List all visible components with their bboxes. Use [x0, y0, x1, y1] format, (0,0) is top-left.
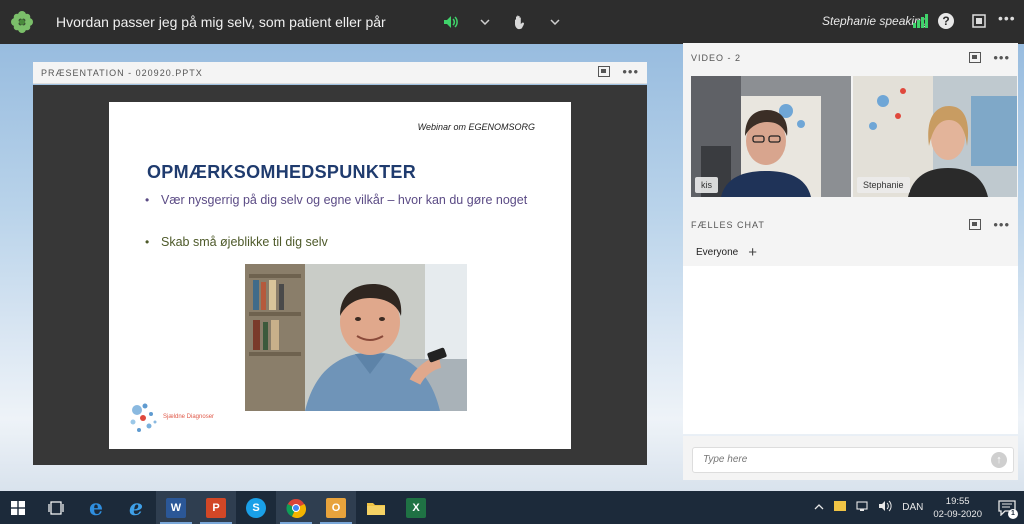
- tray-messages-icon[interactable]: [834, 501, 847, 514]
- internet-explorer-icon: e: [129, 494, 143, 521]
- task-view-icon: [48, 500, 64, 515]
- skype-icon: S: [246, 497, 266, 518]
- video-tile-stephanie[interactable]: Stephanie: [853, 76, 1017, 197]
- slide-header-note: Webinar om EGENOMSORG: [417, 122, 535, 132]
- edge-icon: e: [89, 494, 103, 521]
- windows-taskbar: e e W P S O X DAN 19:55 02-09-2020 1: [0, 491, 1024, 524]
- chat-tab-everyone[interactable]: Everyone: [696, 247, 738, 258]
- slide-bullet: • Skab små øjeblikke til dig selv: [145, 234, 535, 250]
- presentation-pod-header: PRÆSENTATION - 020920.PPTX •••: [33, 62, 647, 84]
- slide-logo-text: Sjældne Diagnoser: [163, 414, 215, 420]
- video-fullscreen-icon[interactable]: [969, 52, 982, 63]
- chat-fullscreen-icon[interactable]: [969, 219, 982, 230]
- video-tile-kis[interactable]: kis: [691, 76, 851, 197]
- chrome-icon: [286, 498, 306, 518]
- tray-network-icon[interactable]: [856, 501, 868, 514]
- raise-hand-icon[interactable]: [511, 14, 531, 30]
- participant-name-label: Stephanie: [857, 177, 910, 193]
- app-logo-icon: [0, 0, 44, 44]
- powerpoint-icon: P: [206, 497, 226, 518]
- slide-logo: Sjældne Diagnoser: [127, 398, 247, 438]
- slide-photo-man-with-phone: [245, 264, 467, 411]
- video-pod-body: kis Stephanie: [683, 73, 1018, 212]
- clock-time: 19:55: [945, 495, 970, 507]
- edge-app[interactable]: e: [76, 491, 116, 524]
- folder-icon: [367, 502, 385, 515]
- speaker-chevron-down-icon[interactable]: [475, 19, 495, 25]
- fullscreen-icon[interactable]: [972, 14, 986, 33]
- video-pod-title: VIDEO - 2: [691, 53, 742, 63]
- skype-app[interactable]: S: [236, 491, 276, 524]
- presentation-fullscreen-icon[interactable]: [598, 66, 611, 77]
- excel-app[interactable]: X: [396, 491, 436, 524]
- language-indicator[interactable]: DAN: [902, 502, 923, 513]
- chat-messages-area: [683, 266, 1018, 434]
- participant-name-label: kis: [695, 177, 718, 193]
- speaker-icon[interactable]: [441, 15, 461, 29]
- chrome-app[interactable]: [276, 491, 316, 524]
- outlook-app[interactable]: O: [316, 491, 356, 524]
- slide-heading: OPMÆRKSOMHEDSPUNKTER: [147, 162, 417, 182]
- hand-chevron-down-icon[interactable]: [545, 19, 565, 25]
- bullet-symbol: •: [145, 193, 150, 207]
- windows-icon: [11, 500, 25, 515]
- action-center-button[interactable]: 1: [996, 498, 1018, 519]
- sjaeldne-diagnoser-logo-icon: [130, 403, 157, 432]
- powerpoint-app[interactable]: P: [196, 491, 236, 524]
- chat-more-icon[interactable]: •••: [993, 218, 1010, 231]
- bullet-text: Vær nysgerrig på dig selv og egne vilkår…: [161, 193, 528, 207]
- help-icon[interactable]: ?: [938, 13, 954, 29]
- chat-tabs: Everyone +: [683, 238, 1018, 266]
- system-tray: DAN 19:55 02-09-2020 1: [814, 491, 1024, 524]
- chat-pod-title: FÆLLES CHAT: [691, 220, 765, 230]
- video-more-icon[interactable]: •••: [993, 51, 1010, 64]
- meeting-title: Hvordan passer jeg på mig selv, som pati…: [56, 14, 386, 30]
- more-options-icon[interactable]: •••: [998, 10, 1016, 26]
- presentation-pod-title: PRÆSENTATION - 020920.PPTX: [41, 67, 203, 78]
- slide-bullet: • Vær nysgerrig på dig selv og egne vilk…: [145, 192, 535, 208]
- send-message-button[interactable]: ↑: [991, 452, 1007, 468]
- internet-explorer-app[interactable]: e: [116, 491, 156, 524]
- start-button[interactable]: [0, 491, 36, 524]
- meeting-top-bar: Hvordan passer jeg på mig selv, som pati…: [0, 0, 1024, 44]
- speaking-status: Stephanie speaking: [822, 14, 928, 28]
- connection-bars-icon: [913, 14, 928, 28]
- excel-icon: X: [406, 497, 426, 518]
- word-app[interactable]: W: [156, 491, 196, 524]
- chat-pod-header: FÆLLES CHAT •••: [683, 212, 1018, 238]
- notification-count-badge: 1: [1008, 508, 1018, 519]
- bullet-text: Skab små øjeblikke til dig selv: [161, 235, 328, 249]
- chat-input-placeholder: Type here: [703, 454, 748, 465]
- tray-chevron-up-icon[interactable]: [814, 502, 824, 513]
- presentation-more-icon[interactable]: •••: [622, 65, 639, 78]
- bullet-symbol: •: [145, 235, 150, 249]
- task-view-button[interactable]: [36, 491, 76, 524]
- outlook-icon: O: [326, 497, 346, 518]
- clock-date: 02-09-2020: [933, 508, 982, 520]
- taskbar-clock[interactable]: 19:55 02-09-2020: [933, 495, 982, 521]
- add-chat-tab-icon[interactable]: +: [748, 244, 757, 261]
- file-explorer-app[interactable]: [356, 491, 396, 524]
- word-icon: W: [166, 497, 186, 518]
- tray-volume-icon[interactable]: [878, 500, 892, 515]
- video-pod-header: VIDEO - 2 •••: [683, 43, 1018, 73]
- chat-input[interactable]: Type here ↑: [692, 447, 1014, 473]
- chat-input-area: Type here ↑: [683, 436, 1018, 480]
- presentation-slide: Webinar om EGENOMSORG OPMÆRKSOMHEDSPUNKT…: [109, 102, 571, 449]
